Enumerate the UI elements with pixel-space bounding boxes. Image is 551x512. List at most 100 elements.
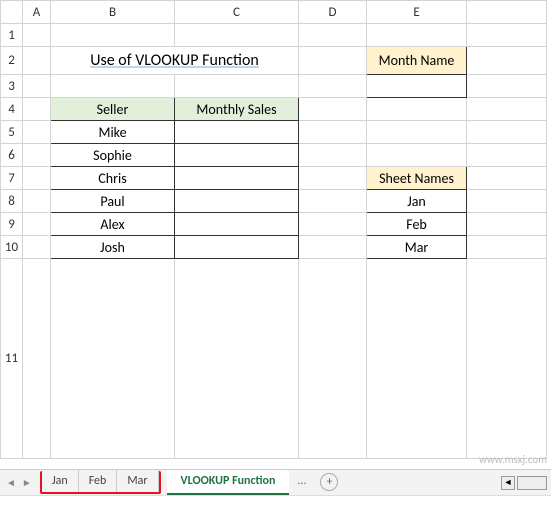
cell[interactable]	[175, 24, 299, 47]
sheet-tab-mar[interactable]: Mar	[117, 470, 158, 492]
sheet-name-cell[interactable]: Mar	[367, 236, 467, 259]
title-cell[interactable]: Use of VLOOKUP Function	[51, 47, 299, 75]
row-header-11[interactable]: 11	[1, 259, 23, 459]
cell[interactable]	[175, 75, 299, 98]
cell[interactable]	[367, 98, 467, 121]
row-header-9[interactable]: 9	[1, 213, 23, 236]
row-header-10[interactable]: 10	[1, 236, 23, 259]
sales-header[interactable]: Monthly Sales	[175, 98, 299, 121]
sheet-tab-feb[interactable]: Feb	[79, 470, 118, 492]
cell[interactable]	[299, 121, 367, 144]
seller-cell[interactable]: Sophie	[51, 144, 175, 167]
cell[interactable]	[367, 24, 467, 47]
col-header-pad	[467, 1, 547, 24]
cell[interactable]	[299, 75, 367, 98]
sales-cell[interactable]	[175, 167, 299, 190]
row-header-3[interactable]: 3	[1, 75, 23, 98]
row-header-2[interactable]: 2	[1, 47, 23, 75]
watermark-text: www.msxj.com	[479, 453, 547, 466]
cell[interactable]	[299, 259, 367, 459]
cell[interactable]	[51, 75, 175, 98]
sheet-tab-bar: ◄ ► Jan Feb Mar VLOOKUP Function ... + ◄	[0, 469, 551, 495]
sheet-tab-active[interactable]: VLOOKUP Function	[167, 470, 290, 495]
sales-cell[interactable]	[175, 236, 299, 259]
row-header-5[interactable]: 5	[1, 121, 23, 144]
col-header-d[interactable]: D	[299, 1, 367, 24]
row-header-7[interactable]: 7	[1, 167, 23, 190]
sales-cell[interactable]	[175, 213, 299, 236]
add-sheet-button[interactable]: +	[320, 473, 338, 491]
cell[interactable]	[367, 144, 467, 167]
cell[interactable]	[51, 259, 175, 459]
col-header-c[interactable]: C	[175, 1, 299, 24]
scroll-thumb[interactable]	[517, 476, 547, 490]
cell[interactable]	[23, 144, 51, 167]
row-header-6[interactable]: 6	[1, 144, 23, 167]
cell[interactable]	[467, 259, 547, 459]
cell[interactable]	[299, 24, 367, 47]
cell[interactable]	[299, 213, 367, 236]
cell[interactable]	[299, 47, 367, 75]
tab-nav-buttons[interactable]: ◄ ►	[0, 470, 38, 495]
cell[interactable]	[23, 121, 51, 144]
cell[interactable]	[51, 24, 175, 47]
col-header-a[interactable]: A	[23, 1, 51, 24]
cell[interactable]	[299, 98, 367, 121]
cell[interactable]	[299, 236, 367, 259]
col-header-e[interactable]: E	[367, 1, 467, 24]
cell[interactable]	[23, 236, 51, 259]
cell[interactable]	[467, 167, 547, 190]
cell[interactable]	[23, 75, 51, 98]
seller-header[interactable]: Seller	[51, 98, 175, 121]
spreadsheet-grid[interactable]: A B C D E 1 2 Use of VLOOKUP Function Mo…	[0, 0, 547, 459]
sheet-tab-jan[interactable]: Jan	[42, 470, 79, 492]
horizontal-scroll[interactable]: ◄	[501, 470, 551, 495]
cell[interactable]	[23, 213, 51, 236]
seller-cell[interactable]: Alex	[51, 213, 175, 236]
sales-cell[interactable]	[175, 121, 299, 144]
tab-nav-next-icon[interactable]: ►	[22, 476, 32, 489]
sheet-name-cell[interactable]: Jan	[367, 190, 467, 213]
month-name-header[interactable]: Month Name	[367, 47, 467, 75]
status-bar	[0, 495, 551, 512]
cell[interactable]	[175, 259, 299, 459]
scroll-left-icon[interactable]: ◄	[501, 476, 515, 490]
cell[interactable]	[23, 24, 51, 47]
cell[interactable]	[367, 259, 467, 459]
cell[interactable]	[467, 190, 547, 213]
cell[interactable]	[299, 190, 367, 213]
row-header-8[interactable]: 8	[1, 190, 23, 213]
cell[interactable]	[467, 121, 547, 144]
cell[interactable]	[467, 98, 547, 121]
month-name-value[interactable]	[367, 75, 467, 98]
cell[interactable]	[467, 144, 547, 167]
cell[interactable]	[299, 144, 367, 167]
highlighted-tabs-group: Jan Feb Mar	[40, 471, 161, 494]
cell[interactable]	[367, 121, 467, 144]
cell[interactable]	[23, 190, 51, 213]
seller-cell[interactable]: Paul	[51, 190, 175, 213]
seller-cell[interactable]: Chris	[51, 167, 175, 190]
sheet-names-header[interactable]: Sheet Names	[367, 167, 467, 190]
sales-cell[interactable]	[175, 144, 299, 167]
cell[interactable]	[23, 98, 51, 121]
cell[interactable]	[467, 24, 547, 47]
seller-cell[interactable]: Mike	[51, 121, 175, 144]
cell[interactable]	[299, 167, 367, 190]
cell[interactable]	[467, 213, 547, 236]
cell[interactable]	[23, 259, 51, 459]
tab-nav-prev-icon[interactable]: ◄	[6, 476, 16, 489]
cell[interactable]	[467, 236, 547, 259]
cell[interactable]	[467, 47, 547, 75]
select-all-corner[interactable]	[1, 1, 23, 24]
cell[interactable]	[467, 75, 547, 98]
sales-cell[interactable]	[175, 190, 299, 213]
cell[interactable]	[23, 167, 51, 190]
sheet-name-cell[interactable]: Feb	[367, 213, 467, 236]
cell[interactable]	[23, 47, 51, 75]
sheet-tab-more[interactable]: ...	[289, 470, 314, 495]
row-header-4[interactable]: 4	[1, 98, 23, 121]
row-header-1[interactable]: 1	[1, 24, 23, 47]
seller-cell[interactable]: Josh	[51, 236, 175, 259]
col-header-b[interactable]: B	[51, 1, 175, 24]
